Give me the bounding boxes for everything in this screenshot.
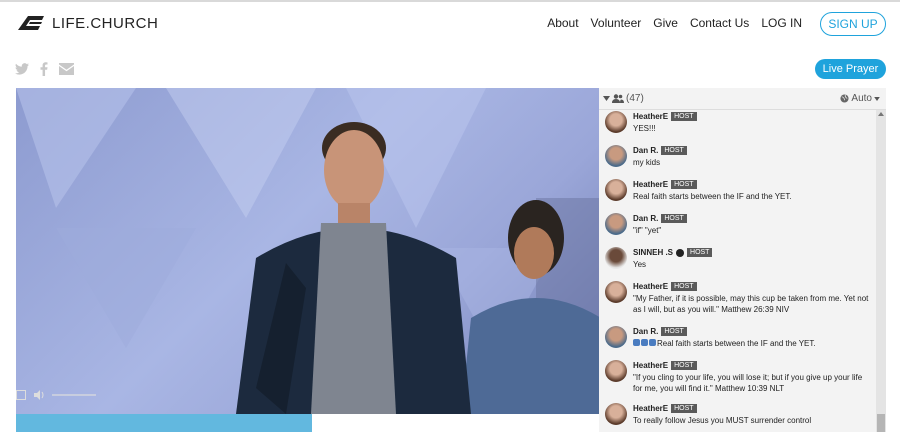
message-author[interactable]: Dan R. bbox=[633, 214, 658, 223]
avatar bbox=[605, 111, 627, 133]
facebook-icon[interactable] bbox=[40, 62, 48, 76]
chat-header: (47) Auto bbox=[599, 88, 886, 110]
chat-message: HeatherE HOST "If you cling to your life, … bbox=[599, 360, 875, 394]
lifechurch-logo-icon bbox=[18, 16, 44, 30]
praying-emoji-icon bbox=[649, 339, 656, 346]
avatar bbox=[605, 247, 627, 269]
video-controls bbox=[16, 390, 96, 400]
logo-text: LIFE.CHURCH bbox=[52, 14, 159, 32]
volume-slider[interactable] bbox=[52, 394, 96, 396]
host-badge: HOST bbox=[661, 146, 687, 155]
nav-give[interactable]: Give bbox=[653, 16, 678, 30]
host-badge: HOST bbox=[671, 282, 697, 291]
chat-message: Dan R. HOST Real faith starts between the … bbox=[599, 326, 875, 349]
host-badge: HOST bbox=[671, 180, 697, 189]
chat-messages: HeatherE HOST YES!!! Dan R. HOST my kids Hea… bbox=[599, 110, 875, 432]
message-text: "if" "yet" bbox=[633, 226, 662, 235]
sign-up-button[interactable]: SIGN UP bbox=[820, 12, 886, 36]
scroll-up-arrow-icon[interactable] bbox=[878, 112, 884, 116]
logo[interactable]: LIFE.CHURCH bbox=[16, 14, 158, 32]
praying-emoji-icon bbox=[641, 339, 648, 346]
viewer-count[interactable]: (47) bbox=[603, 93, 644, 104]
chat-message: Dan R. HOST my kids bbox=[599, 145, 875, 168]
host-badge: HOST bbox=[661, 214, 687, 223]
nav-log-in[interactable]: LOG IN bbox=[761, 16, 802, 30]
message-text: Real faith starts between the IF and the… bbox=[633, 338, 873, 349]
avatar bbox=[605, 145, 627, 167]
chat-message: HeatherE HOST YES!!! bbox=[599, 111, 875, 134]
host-badge: HOST bbox=[671, 361, 697, 370]
main-nav: About Volunteer Give Contact Us LOG IN bbox=[535, 16, 802, 30]
quality-selector[interactable]: Auto bbox=[840, 93, 880, 104]
message-author[interactable]: HeatherE bbox=[633, 404, 668, 413]
ninja-emoji-icon bbox=[676, 248, 685, 257]
twitter-icon[interactable] bbox=[15, 63, 29, 75]
chat-panel: (47) Auto HeatherE HOST YES!!! Dan R. HOST m… bbox=[599, 88, 886, 432]
avatar bbox=[605, 326, 627, 348]
fullscreen-icon[interactable] bbox=[16, 390, 26, 400]
message-text: Real faith starts between the IF and the… bbox=[633, 192, 792, 201]
video-frame bbox=[16, 88, 599, 414]
video-player[interactable] bbox=[16, 88, 599, 414]
chat-message: SINNEH .S HOST Yes bbox=[599, 247, 875, 270]
caret-down-icon bbox=[603, 96, 610, 101]
avatar bbox=[605, 179, 627, 201]
host-badge: HOST bbox=[671, 112, 697, 121]
chat-message: HeatherE HOST To really follow Jesus you M… bbox=[599, 403, 875, 426]
email-icon[interactable] bbox=[59, 63, 74, 75]
message-text: YES!!! bbox=[633, 124, 656, 133]
site-header: LIFE.CHURCH About Volunteer Give Contact… bbox=[0, 2, 900, 44]
chat-message: HeatherE HOST Real faith starts between th… bbox=[599, 179, 875, 202]
users-icon bbox=[612, 94, 624, 103]
volume-icon[interactable] bbox=[34, 390, 46, 400]
message-text-content: Real faith starts between the IF and the… bbox=[657, 339, 816, 348]
share-bar bbox=[15, 62, 85, 76]
chat-message: HeatherE HOST "My Father, if it is possibl… bbox=[599, 281, 875, 315]
message-text: my kids bbox=[633, 158, 661, 167]
host-badge: HOST bbox=[687, 248, 713, 257]
caret-down-icon bbox=[874, 96, 880, 101]
message-author[interactable]: HeatherE bbox=[633, 112, 668, 121]
message-author[interactable]: HeatherE bbox=[633, 361, 668, 370]
host-badge: HOST bbox=[661, 327, 687, 336]
message-author[interactable]: HeatherE bbox=[633, 282, 668, 291]
scroll-thumb[interactable] bbox=[877, 414, 885, 432]
globe-icon bbox=[840, 94, 849, 103]
message-text: "My Father, if it is possible, may this … bbox=[633, 294, 869, 314]
nav-volunteer[interactable]: Volunteer bbox=[591, 16, 642, 30]
nav-about[interactable]: About bbox=[547, 16, 578, 30]
message-text: To really follow Jesus you MUST surrende… bbox=[633, 416, 812, 425]
info-panel bbox=[16, 414, 312, 432]
message-text: "If you cling to your life, you will los… bbox=[633, 373, 863, 393]
message-author[interactable]: Dan R. bbox=[633, 146, 658, 155]
avatar bbox=[605, 281, 627, 303]
quality-label: Auto bbox=[851, 93, 872, 104]
live-prayer-button[interactable]: Live Prayer bbox=[815, 59, 886, 79]
message-author[interactable]: HeatherE bbox=[633, 180, 668, 189]
chat-message: Dan R. HOST "if" "yet" bbox=[599, 213, 875, 236]
message-text: Yes bbox=[633, 260, 647, 269]
avatar bbox=[605, 403, 627, 425]
praying-emoji-icon bbox=[633, 339, 640, 346]
avatar bbox=[605, 360, 627, 382]
viewer-count-text: (47) bbox=[626, 93, 644, 104]
host-badge: HOST bbox=[671, 404, 697, 413]
message-author[interactable]: Dan R. bbox=[633, 327, 658, 336]
nav-contact-us[interactable]: Contact Us bbox=[690, 16, 749, 30]
message-author[interactable]: SINNEH .S bbox=[633, 248, 673, 257]
avatar bbox=[605, 213, 627, 235]
chat-scrollbar[interactable] bbox=[876, 110, 886, 432]
